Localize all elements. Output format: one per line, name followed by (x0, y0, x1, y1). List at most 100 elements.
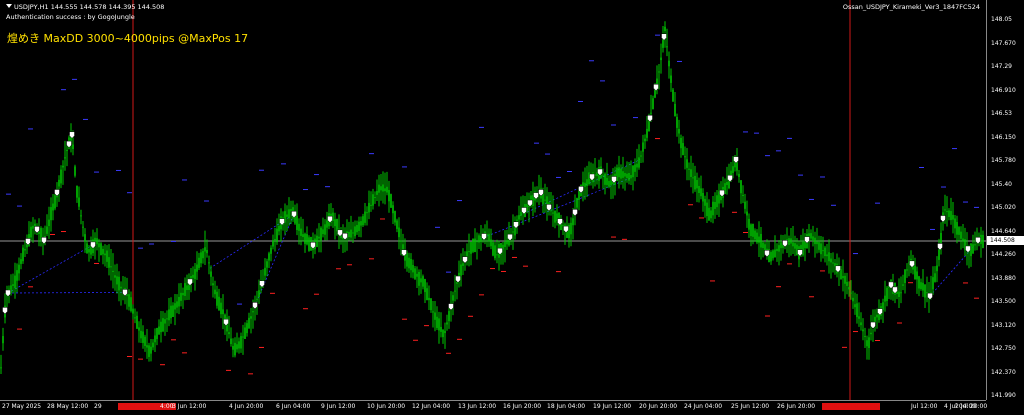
time-label: 19 Jun 12:00 (593, 403, 632, 410)
candle-body (436, 316, 438, 328)
price-label: 146.910 (991, 86, 1016, 94)
candle-body (60, 169, 62, 184)
candle-body (812, 236, 814, 240)
candle-body (646, 128, 648, 138)
candle-body (22, 247, 24, 262)
candle-body (570, 222, 572, 235)
candle-body (444, 330, 446, 334)
candle-body (832, 262, 834, 264)
candle-body (420, 278, 422, 283)
candle-body (794, 243, 796, 249)
candle-body (216, 291, 218, 306)
candle-body (352, 232, 354, 234)
candle-body (504, 241, 506, 247)
candle-body (844, 275, 846, 284)
candle-body (746, 211, 748, 216)
candle-body (240, 336, 242, 349)
candle-body (82, 226, 84, 228)
candle-body (380, 186, 382, 191)
candle-body (20, 259, 22, 264)
candle-body (116, 276, 118, 285)
candle-body (716, 195, 718, 208)
trade-arrow-icon (41, 237, 47, 245)
candle-body (12, 284, 14, 286)
candle-body (846, 281, 848, 286)
candle-body (2, 336, 4, 344)
candle-body (142, 331, 144, 343)
candle-body (220, 302, 222, 315)
candle-body (360, 221, 362, 226)
trade-arrow-icon (975, 237, 981, 245)
candle-body (440, 326, 442, 332)
candle-body (414, 268, 416, 279)
candle-body (886, 287, 888, 301)
candle-body (300, 228, 302, 236)
candle-body (520, 211, 522, 216)
collapse-triangle-icon[interactable] (6, 4, 12, 8)
candle-body (518, 215, 520, 220)
candle-body (624, 172, 626, 177)
candle-body (602, 175, 604, 177)
order-markers (6, 34, 979, 375)
candle-body (230, 338, 232, 344)
candle-body (418, 271, 420, 286)
candle-body (686, 159, 688, 168)
candle-body (790, 238, 792, 244)
price-label: 144.640 (991, 227, 1016, 235)
candle-body (452, 295, 454, 301)
price-chart[interactable] (0, 0, 986, 400)
candle-body (638, 157, 640, 168)
candle-body (710, 210, 712, 219)
candle-body (318, 236, 320, 239)
candle-body (494, 245, 496, 259)
candle-body (982, 235, 984, 249)
candle-body (358, 221, 360, 231)
candle-body (840, 269, 842, 280)
candle-body (914, 265, 916, 280)
candle-body (554, 210, 556, 223)
price-label: 147.29 (991, 63, 1012, 70)
candle-body (52, 203, 54, 211)
candle-body (172, 305, 174, 317)
candle-body (700, 188, 702, 197)
price-label: 141.990 (991, 392, 1016, 399)
price-scale[interactable]: 148.05 147.670 147.29 146.910 146.53 146.150 1… (986, 0, 1024, 400)
expert-advisor-name[interactable]: Ossan_USDJPY_Kirameki_Ver3_1847FC524 (843, 3, 980, 11)
price-label: 142.750 (991, 345, 1016, 352)
candle-body (512, 231, 514, 233)
candle-body (732, 166, 734, 173)
price-label: 142.370 (991, 368, 1016, 376)
trade-line (7, 291, 126, 294)
time-label: 27 May 2025 (2, 403, 42, 410)
candles (0, 21, 984, 374)
candle-body (370, 204, 372, 206)
candle-body (688, 168, 690, 170)
candle-body (66, 149, 68, 151)
candle-body (608, 180, 610, 187)
candle-body (572, 218, 574, 226)
candle-body (852, 297, 854, 302)
candle-body (130, 297, 132, 311)
candle-body (50, 207, 52, 221)
candle-body (198, 257, 200, 268)
candle-body (160, 321, 162, 333)
candle-body (298, 223, 300, 231)
price-label: 143.120 (991, 321, 1016, 329)
trade-arrow-icon (2, 307, 8, 315)
candle-body (362, 216, 364, 226)
candle-body (104, 253, 106, 256)
candle-body (820, 243, 822, 255)
candle-body (14, 275, 16, 289)
candle-body (468, 251, 470, 253)
trade-arrow-icon (455, 275, 461, 283)
candle-body (242, 336, 244, 338)
time-axis[interactable]: 27 May 2025 28 May 12:00 29 0000.00.00 00:0… (0, 400, 987, 415)
candle-body (948, 210, 950, 217)
candle-body (364, 211, 366, 223)
candle-body (76, 185, 78, 198)
candle-body (306, 234, 308, 245)
candle-body (58, 179, 60, 187)
candle-body (354, 226, 356, 237)
candle-body (492, 242, 494, 256)
candle-body (954, 218, 956, 229)
